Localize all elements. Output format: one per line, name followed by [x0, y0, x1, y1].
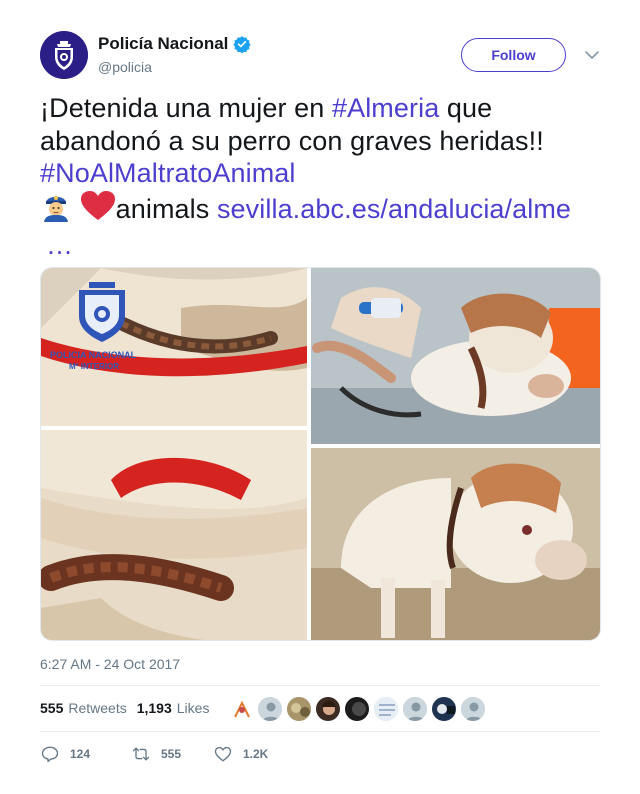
tweet-text-part: animals [115, 193, 217, 224]
author-name-row[interactable]: Policía Nacional [98, 34, 252, 54]
heart-icon [214, 746, 232, 762]
retweets-stat[interactable]: 555 Retweets [40, 700, 127, 716]
tweet-media[interactable]: POLICIA NACIONAL Mº INTERIOR [40, 267, 601, 641]
tweet-text-part: ¡Detenida una mujer en [40, 93, 332, 123]
author-avatar[interactable] [40, 31, 88, 79]
liker-avatar[interactable] [315, 696, 341, 722]
liker-avatar[interactable] [286, 696, 312, 722]
verified-badge-icon [233, 36, 252, 53]
liker-avatar[interactable] [257, 696, 283, 722]
liker-avatar[interactable] [431, 696, 457, 722]
divider [40, 731, 600, 732]
red-heart-emoji-icon [80, 190, 116, 230]
chevron-down-icon[interactable] [584, 47, 600, 63]
article-link[interactable]: sevilla.abc.es/andalucia/alme [217, 194, 571, 224]
tweet-photo-collage[interactable]: POLICIA NACIONAL Mº INTERIOR [41, 268, 601, 641]
hashtag-almeria-link[interactable]: #Almeria [332, 93, 439, 123]
like-action[interactable]: 1.2K [213, 744, 268, 764]
follow-button[interactable]: Follow [461, 38, 566, 72]
hashtag-noalmaltratoanimal-link[interactable]: #NoAlMaltratoAnimal [40, 158, 296, 188]
likes-stat[interactable]: 1,193 Likes [137, 700, 210, 716]
link-ellipsis[interactable]: … [40, 230, 73, 260]
tweet-stats: 555 Retweets 1,193 Likes [40, 700, 219, 716]
tweet-text-part: que [439, 93, 493, 123]
author-display-name[interactable]: Policía Nacional [98, 34, 228, 54]
tweet-text: ¡Detenida una mujer en #Almeria que aban… [40, 92, 600, 262]
liker-avatar[interactable] [460, 696, 486, 722]
retweet-count: 555 [161, 747, 182, 761]
retweets-label: Retweets [68, 700, 127, 716]
tweet-actions: 124 555 1.2K [40, 744, 268, 764]
likes-label: Likes [176, 700, 210, 716]
likes-count: 1,193 [136, 700, 172, 716]
reply-count: 124 [70, 747, 91, 761]
tweet-header: Policía Nacional @policia Follow [40, 31, 600, 79]
tweet-timestamp[interactable]: 6:27 AM - 24 Oct 2017 [40, 656, 180, 672]
policia-shield-icon [40, 31, 88, 79]
police-officer-emoji-icon [40, 192, 72, 230]
retweet-icon [132, 747, 150, 761]
reply-action[interactable]: 124 [40, 744, 131, 764]
liker-avatar[interactable] [344, 696, 370, 722]
badge-line1: POLICIA NACIONAL [50, 350, 137, 360]
liker-avatar[interactable] [402, 696, 428, 722]
author-handle[interactable]: @policia [98, 58, 251, 76]
badge-line2: Mº INTERIOR [69, 362, 119, 371]
like-count: 1.2K [243, 747, 269, 761]
reply-icon [41, 746, 59, 763]
author-names: Policía Nacional @policia [98, 34, 252, 76]
divider [40, 685, 600, 686]
liker-avatar[interactable] [228, 696, 254, 722]
tweet-text-part: abandonó a su perro con graves heridas!! [40, 125, 544, 156]
liker-avatar[interactable] [373, 696, 399, 722]
likers-avatars [228, 696, 486, 722]
retweets-count: 555 [40, 700, 64, 716]
retweet-action[interactable]: 555 [131, 744, 213, 764]
